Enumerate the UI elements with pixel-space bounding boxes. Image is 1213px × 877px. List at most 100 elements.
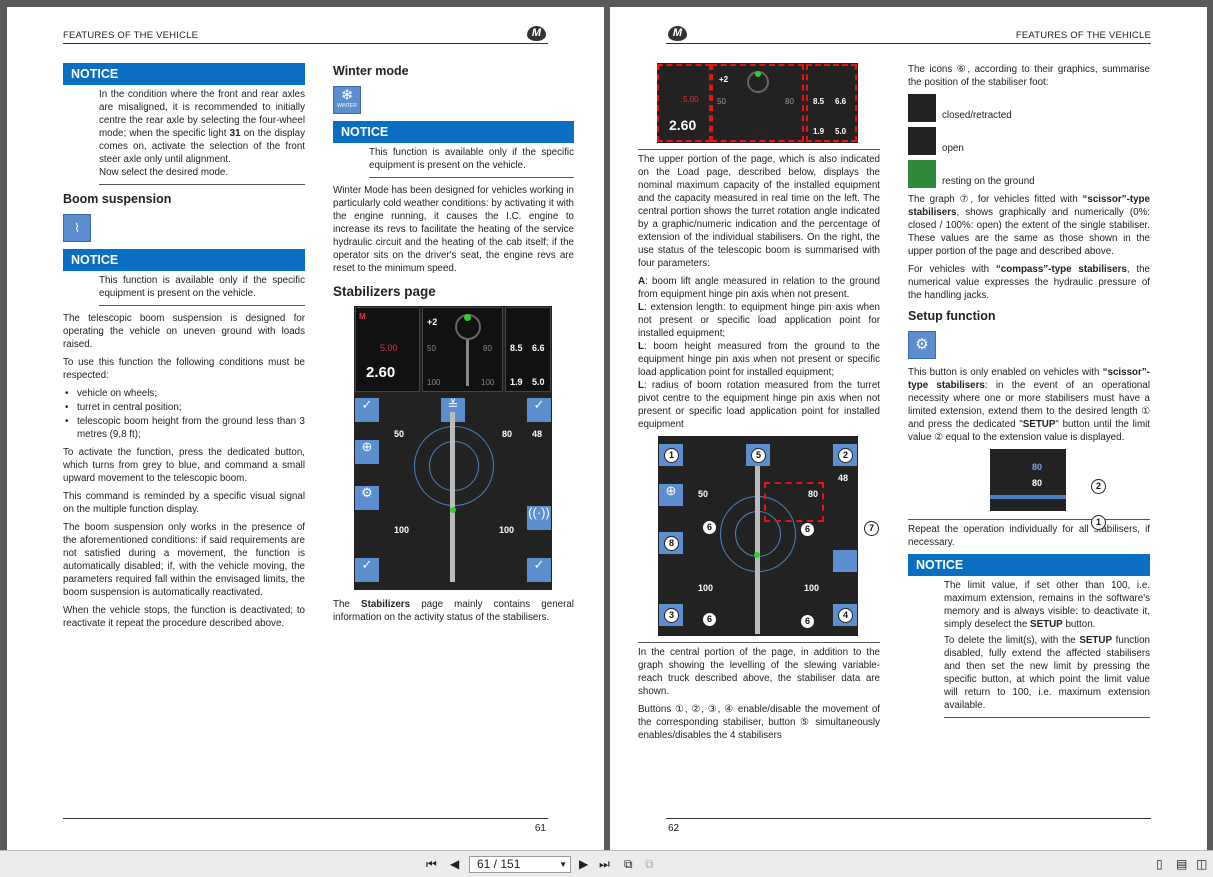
list-item: vehicle on wheels; (63, 387, 305, 400)
caption-text: The (333, 599, 362, 610)
setup-button[interactable]: ⚙ (355, 486, 379, 510)
single-page-icon[interactable]: ▯ (1156, 857, 1163, 871)
paragraph: The upper portion of the page, which is … (638, 154, 880, 269)
stabilizers-screen: M 5.00 2.60 +2 50 80 100 100 8.5 6.6 1.9… (354, 306, 552, 590)
chevron-down-icon[interactable]: ▼ (559, 857, 567, 872)
paragraph: Buttons ①, ②, ③, ④ enable/disable the mo… (638, 704, 880, 741)
m-badge-icon: M (359, 312, 366, 321)
notice-text-last: Now select the desired mode. (99, 167, 229, 178)
boom-param: 5.0 (532, 377, 545, 387)
header-title: FEATURES OF THE VEHICLE (63, 30, 199, 41)
stab-value: 50 (717, 97, 726, 106)
paragraph: The boom suspension only works in the pr… (63, 522, 305, 598)
callout-4: 4 (838, 608, 853, 623)
first-page-icon[interactable]: ⏮ (426, 857, 437, 872)
continuous-page-icon[interactable]: ▤ (1176, 857, 1187, 871)
notice-text: To delete the limit(s), with the (944, 635, 1080, 646)
section-title-setup: Setup function (908, 309, 996, 323)
paragraph: Winter Mode has been designed for vehicl… (333, 185, 574, 274)
viewer-toolbar: ⏮ ◀ 61 / 151 ▼ ▶ ⏭ ⧉ ⧉ ▯ ▤ ◫ (0, 850, 1213, 877)
paragraph: In the central portion of the page, in a… (638, 647, 880, 697)
level-indicator (754, 552, 760, 558)
notice-text: This function is available only if the s… (99, 275, 305, 299)
boom-param: 8.5 (813, 97, 825, 106)
stabiliser-2-button[interactable]: ✓ (527, 398, 551, 422)
level-indicator (450, 507, 456, 513)
paragraph: When the vehicle stops, the function is … (63, 605, 305, 629)
limit-value: 80 (1032, 462, 1043, 472)
page-footer: 62 (666, 818, 1151, 834)
param-text: : boom lift angle measured in relation t… (638, 276, 880, 300)
previous-page-icon[interactable]: ◀ (450, 857, 459, 871)
stabiliser-1-button[interactable]: ✓ (355, 398, 379, 422)
rotation-angle: +2 (719, 75, 729, 84)
state-label: open (942, 143, 964, 154)
callout-6: 6 (800, 522, 815, 537)
capacity-tile: M 5.00 2.60 (355, 307, 420, 392)
boom-suspension-icon: ⌇ (63, 214, 91, 242)
next-page-icon[interactable]: ▶ (579, 857, 588, 871)
stab-value: 50 (698, 489, 709, 499)
notice-title: NOTICE (63, 249, 305, 271)
notice-body: This function is available only if the s… (99, 274, 305, 306)
setup-icon: ⚙ (908, 331, 936, 359)
extension-bar (990, 495, 1066, 499)
paragraph: The icons ⑥, according to their graphics… (908, 64, 1150, 88)
two-page-icon[interactable]: ◫ (1196, 857, 1207, 871)
annotated-stabilizers-screen: ⊕ 50 80 100 100 48 1 2 3 4 5 6 6 6 6 8 (658, 436, 858, 636)
callout-2: 2 (838, 448, 853, 463)
boom-param: 8.5 (510, 343, 523, 353)
upper-portion-screen: 5.00 2.60 +2 50 80 8.5 6.6 1.9 5.0 (657, 63, 858, 143)
turret-indicator (464, 314, 471, 321)
boom-graphic (755, 466, 760, 634)
rotation-tile: +2 50 80 100 100 (422, 307, 503, 392)
winter-mode-icon: ❄ WINTER (333, 86, 361, 114)
target-icon[interactable]: ⊕ (659, 484, 683, 506)
stab-value: 80 (785, 97, 794, 106)
state-row: closed/retracted (908, 94, 1150, 122)
setup-limit-screen: 80 80 (990, 449, 1066, 511)
param-text: : extension length: to equipment hinge p… (638, 302, 880, 339)
stab-value: 100 (499, 525, 515, 535)
stab-value: 80 (502, 429, 513, 439)
extension-value: 80 (1032, 478, 1043, 488)
notice-body: In the condition where the front and rea… (99, 88, 305, 185)
stabiliser-3-button[interactable]: ✓ (355, 558, 379, 582)
light-number: 31 (229, 128, 241, 139)
notice-title: NOTICE (63, 63, 305, 85)
page-number-input[interactable]: 61 / 151 ▼ (469, 856, 571, 873)
notice-text-cont: function disabled, fully extend the affe… (944, 635, 1150, 711)
page-indicator: 61 / 151 (477, 857, 521, 871)
nominal-capacity: 5.00 (683, 95, 699, 104)
fit-page-icon[interactable]: ⧉ (624, 857, 633, 872)
section-title-boom: Boom suspension (63, 192, 172, 206)
callout-6: 6 (702, 520, 717, 535)
boom-params-tile: 8.5 6.6 1.9 5.0 (505, 307, 551, 392)
foot-closed-icon (908, 94, 936, 122)
stabiliser-4-button[interactable]: ✓ (527, 558, 551, 582)
notice-body: The limit value, if set other than 100, … (944, 579, 1150, 718)
caption-bold: Stabilizers (361, 599, 411, 610)
antenna-icon[interactable] (833, 550, 857, 572)
antenna-icon[interactable]: ((·)) (527, 506, 551, 530)
section-title-winter: Winter mode (333, 64, 409, 78)
setup-bold-2: SETUP (1022, 419, 1056, 430)
real-capacity: 2.60 (366, 364, 396, 381)
fit-width-icon[interactable]: ⧉ (645, 857, 654, 872)
paragraph: This command is reminded by a specific v… (63, 491, 305, 515)
nominal-capacity: 5.00 (380, 343, 398, 353)
stab-value: 100 (481, 378, 495, 387)
stab-value: 50 (427, 344, 436, 353)
callout-6: 6 (702, 612, 717, 627)
boom-graphic (450, 412, 455, 582)
target-icon[interactable]: ⊕ (355, 440, 379, 464)
page-number: 62 (668, 823, 680, 834)
foot-ground-icon (908, 160, 936, 188)
last-page-icon[interactable]: ⏭ (599, 857, 610, 872)
compass-text: For vehicles with (908, 264, 996, 275)
stab-value: 80 (808, 489, 819, 499)
list-item: turret in central position; (63, 401, 305, 414)
conditions-list: vehicle on wheels; turret in central pos… (63, 387, 305, 441)
callout-1: 1 (664, 448, 679, 463)
notice-body: This function is available only if the s… (369, 146, 574, 178)
